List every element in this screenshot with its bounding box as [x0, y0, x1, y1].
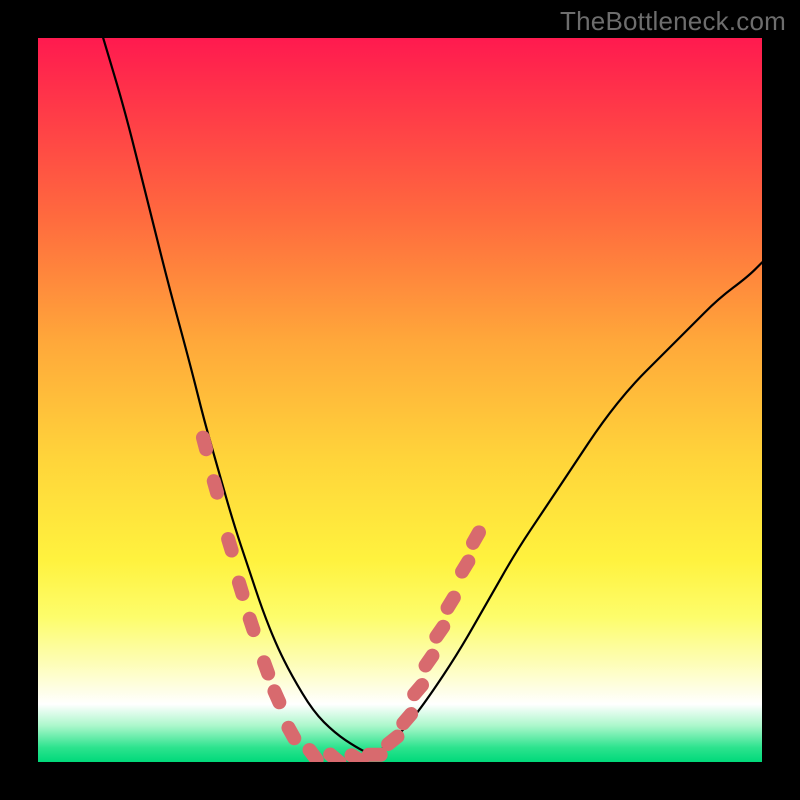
curve-marker [427, 617, 453, 646]
plot-area [38, 38, 762, 762]
curve-marker [452, 552, 478, 581]
curve-marker [438, 588, 464, 617]
attribution-text: TheBottleneck.com [560, 6, 786, 37]
curve-marker [205, 472, 226, 501]
marker-group [194, 429, 488, 762]
bottleneck-curve [103, 38, 762, 753]
curve-marker [265, 682, 288, 711]
chart-frame: TheBottleneck.com [0, 0, 800, 800]
curve-marker [463, 523, 488, 553]
curve-marker [241, 610, 262, 639]
curve-marker [279, 718, 304, 748]
curve-marker [416, 646, 442, 675]
chart-overlay [38, 38, 762, 762]
curve-marker [300, 740, 327, 762]
curve-marker [393, 704, 421, 733]
curve-marker [194, 429, 214, 458]
curve-marker [230, 574, 251, 603]
curve-marker [362, 748, 388, 762]
curve-marker [255, 653, 277, 682]
